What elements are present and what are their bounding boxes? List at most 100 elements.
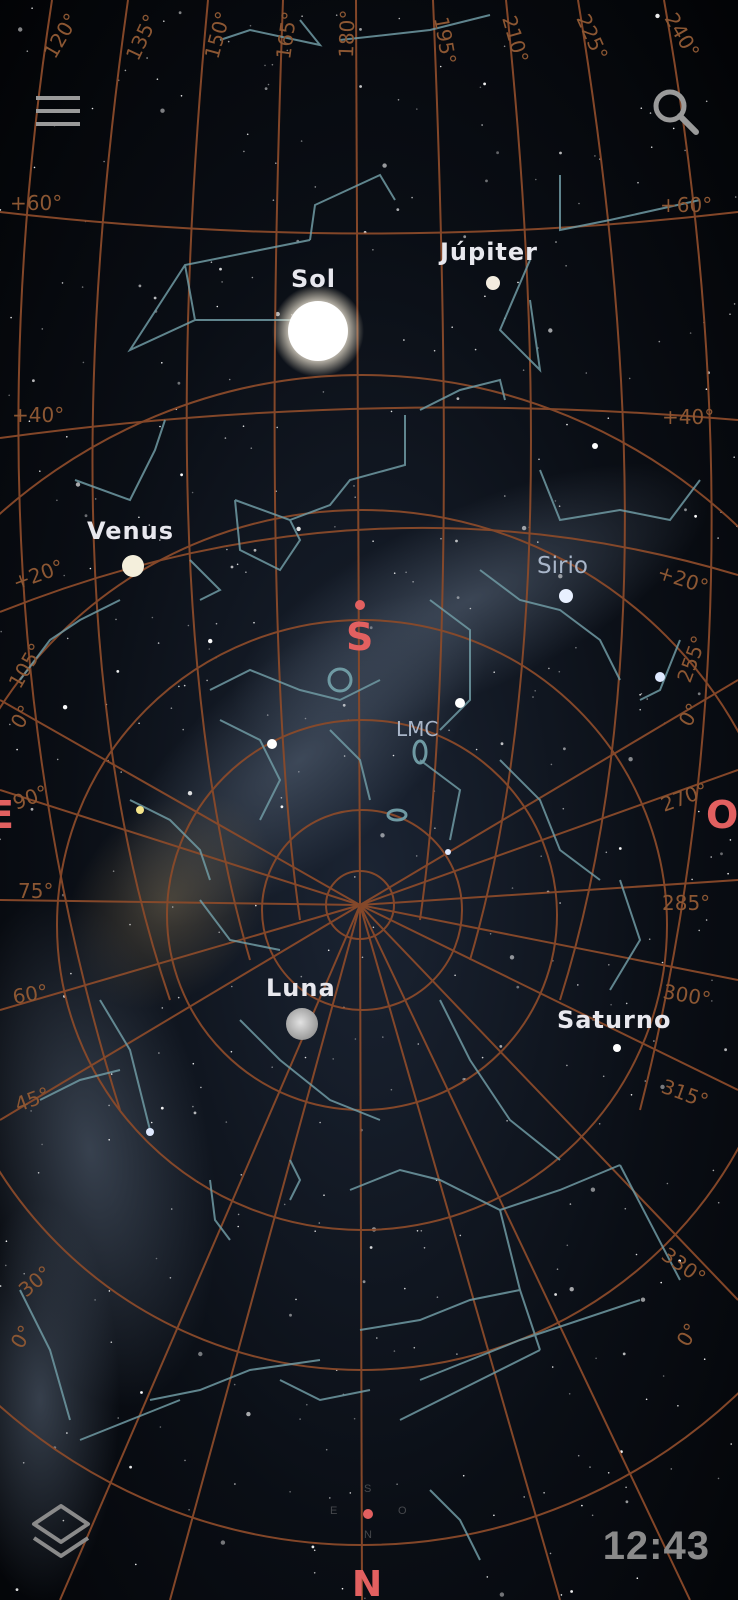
background-star [33,166,36,169]
menu-button[interactable] [34,90,84,134]
background-star [451,326,454,329]
cardinal-east: E [0,793,14,837]
background-star [191,491,194,494]
background-star [372,249,374,251]
background-star [556,1268,559,1270]
jupiter-dot[interactable] [486,276,500,290]
sky-map[interactable]: Sol Júpiter Venus Luna Saturno Sirio LMC [0,0,738,1600]
background-star [698,810,700,813]
background-star [423,1247,426,1249]
background-star [550,763,553,766]
background-star [157,642,160,644]
background-star [267,83,270,86]
background-star [711,979,713,982]
layers-button[interactable] [28,1500,94,1570]
background-star [319,1121,321,1124]
background-star [264,87,268,90]
background-star [70,972,72,975]
background-star [462,1474,465,1477]
bright-star [146,1128,154,1136]
background-star [456,1353,458,1355]
background-star [26,50,29,52]
background-star [224,437,227,439]
background-star [275,162,277,164]
background-star [697,692,701,696]
planet-label-venus[interactable]: Venus [87,517,174,545]
background-star [694,514,697,518]
background-star [10,316,12,319]
background-star [208,638,213,644]
background-star [413,1346,416,1349]
background-star [710,856,712,858]
background-star [359,28,362,31]
background-star [575,646,577,649]
background-star [89,567,92,570]
background-star [5,1264,7,1267]
background-star [108,1290,111,1292]
background-star [372,926,375,929]
background-star [434,827,436,829]
background-star [188,1509,190,1511]
saturn-dot[interactable] [613,1044,621,1052]
search-button[interactable] [648,84,704,140]
background-star [717,1201,720,1204]
background-star [484,295,486,298]
background-star [594,155,596,157]
planet-label-luna[interactable]: Luna [266,974,336,1002]
sirius-dot[interactable] [559,589,573,603]
background-star [183,684,186,687]
background-star [474,348,477,351]
background-star [62,705,68,710]
south-point [355,600,365,610]
background-star [230,565,234,569]
background-star [554,1293,557,1296]
background-star [41,1143,43,1146]
background-star [129,1465,133,1469]
background-star [283,1203,286,1206]
ring-label: 285° [662,891,710,915]
background-star [75,482,81,487]
background-star [178,685,180,688]
background-star [416,1230,419,1232]
background-star [276,426,279,429]
background-star [698,929,700,932]
declination-label: +40° [12,403,64,427]
background-star [198,1351,203,1357]
background-star [354,1038,357,1040]
background-star [543,1492,545,1494]
star-label-sirio[interactable]: Sirio [537,553,588,579]
background-star [362,1280,366,1284]
background-star [440,537,442,540]
background-star [454,974,456,977]
planet-label-jupiter[interactable]: Júpiter [438,238,538,266]
background-star [313,1572,316,1574]
star-label-lmc[interactable]: LMC [396,717,438,741]
background-star [625,1500,629,1504]
background-star [170,1208,173,1210]
background-star [266,714,269,716]
background-star [568,1393,571,1395]
background-star [289,1313,292,1317]
background-star [108,1104,110,1107]
planet-label-saturno[interactable]: Saturno [557,1006,671,1034]
cardinal-south: S [346,615,373,659]
bright-star [455,698,465,708]
moon-disc[interactable] [286,1008,318,1040]
background-star [534,690,536,692]
background-star [645,1398,648,1401]
sun-disc[interactable] [288,301,348,361]
background-star [607,417,610,420]
background-star [253,621,255,624]
background-star [658,340,661,343]
background-star [250,447,253,450]
background-star [624,1207,627,1210]
venus-dot[interactable] [122,555,144,577]
background-star [289,1491,291,1493]
background-star [506,1120,508,1122]
planet-label-sol[interactable]: Sol [291,265,336,293]
background-star [548,328,553,333]
background-star [304,717,307,720]
background-star [456,596,460,599]
background-star [565,265,567,267]
background-star [689,332,692,334]
